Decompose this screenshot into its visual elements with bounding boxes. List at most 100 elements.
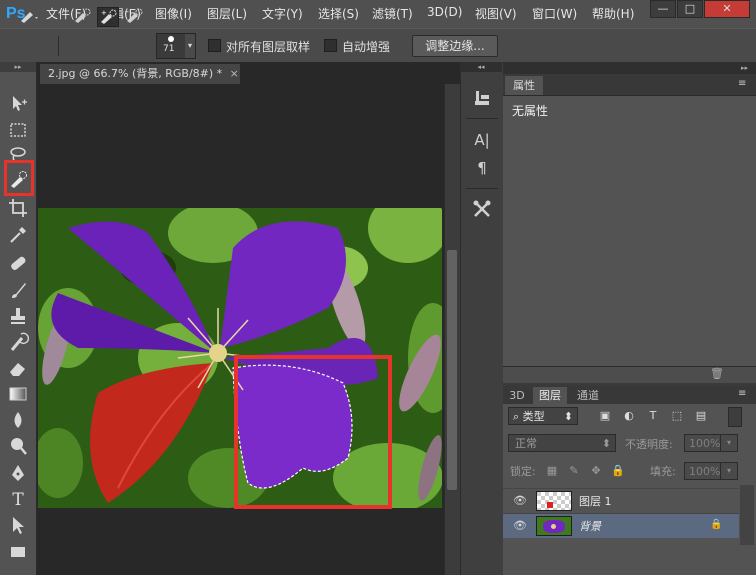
refine-edge-button[interactable]: 调整边缘... xyxy=(412,35,498,57)
dodge-tool-icon[interactable] xyxy=(7,435,29,457)
tab-properties[interactable]: 属性 xyxy=(505,76,543,95)
fill-label: 填充: xyxy=(650,465,676,478)
eye-icon[interactable]: 👁 xyxy=(513,519,527,533)
options-divider xyxy=(58,36,59,56)
eraser-tool-icon[interactable] xyxy=(7,357,29,379)
clone-stamp-tool-icon[interactable] xyxy=(7,305,29,327)
marquee-tool-icon[interactable] xyxy=(7,119,29,141)
menu-filter[interactable]: 滤镜(T) xyxy=(372,5,413,22)
selection-highlight-box xyxy=(234,355,392,509)
chevron-down-icon[interactable]: ▾ xyxy=(720,434,738,452)
menu-view[interactable]: 视图(V) xyxy=(475,5,517,22)
menu-image[interactable]: 图像(I) xyxy=(155,5,192,22)
tab-channels[interactable]: 通道 xyxy=(571,387,605,404)
lock-icon: 🔒 xyxy=(710,519,723,530)
opacity-label: 不透明度: xyxy=(625,438,673,451)
close-button[interactable]: ✕ xyxy=(704,0,750,18)
layer-row[interactable]: 👁 图层 1 xyxy=(503,488,739,513)
sample-all-layers-label: 对所有图层取样 xyxy=(226,40,311,54)
chevron-down-icon[interactable]: ▾ xyxy=(720,462,738,480)
active-tool-highlight xyxy=(4,160,34,196)
brush-tool-icon[interactable] xyxy=(7,279,29,301)
brush-size-value: 71 xyxy=(163,44,175,54)
tab-3d[interactable]: 3D xyxy=(505,387,529,404)
move-tool-icon[interactable] xyxy=(7,93,29,115)
menu-layer[interactable]: 图层(L) xyxy=(207,5,247,22)
document-tab[interactable]: 2.jpg @ 66.7% (背景, RGB/8#) * × xyxy=(40,64,240,84)
dock-divider xyxy=(466,118,498,119)
menu-type[interactable]: 文字(Y) xyxy=(262,5,303,22)
layer-name[interactable]: 背景 xyxy=(579,518,601,534)
collapse-panels-icon[interactable]: ▸▸ xyxy=(503,62,756,74)
lock-all-icon[interactable]: 🔒 xyxy=(611,464,625,478)
paragraph-icon[interactable]: ¶ xyxy=(471,157,493,179)
lock-position-icon[interactable]: ✥ xyxy=(589,464,603,478)
menu-select[interactable]: 选择(S) xyxy=(318,5,359,22)
gradient-tool-icon[interactable] xyxy=(7,383,29,405)
shape-filter-icon[interactable]: ⬚ xyxy=(670,409,684,423)
new-selection-icon[interactable] xyxy=(72,7,92,25)
search-icon: ⌕ xyxy=(513,410,520,423)
expand-dock-icon[interactable]: ◂◂ xyxy=(460,62,502,72)
minimize-button[interactable]: — xyxy=(650,0,676,18)
layer-row[interactable]: 👁 背景 🔒 xyxy=(503,513,739,538)
eyedropper-tool-icon[interactable] xyxy=(7,224,29,246)
layers-scrollbar[interactable] xyxy=(740,485,754,545)
chevron-down-icon: ⬍ xyxy=(601,437,611,450)
smart-object-filter-icon[interactable]: ▤ xyxy=(694,409,708,423)
collapse-tools-icon[interactable]: ▸▸ xyxy=(0,62,36,72)
sample-all-layers-checkbox[interactable] xyxy=(208,39,221,52)
path-selection-tool-icon[interactable] xyxy=(7,515,29,537)
add-to-selection-icon[interactable]: + xyxy=(97,7,119,27)
auto-enhance-checkbox[interactable] xyxy=(324,39,337,52)
svg-text:-: - xyxy=(126,7,129,16)
blur-tool-icon[interactable] xyxy=(7,409,29,431)
tab-layers[interactable]: 图层 xyxy=(533,387,567,404)
pen-tool-icon[interactable] xyxy=(7,463,29,485)
type-tool-icon[interactable]: T xyxy=(7,489,29,511)
tool-presets-icon[interactable] xyxy=(471,198,493,220)
document-title: 2.jpg @ 66.7% (背景, RGB/8#) * xyxy=(48,67,223,80)
layer-thumbnail xyxy=(536,491,572,511)
layer-name[interactable]: 图层 1 xyxy=(579,493,612,509)
lock-label: 锁定: xyxy=(510,465,536,478)
blend-mode-value: 正常 xyxy=(515,437,537,450)
auto-enhance-label: 自动增强 xyxy=(342,40,391,54)
healing-brush-tool-icon[interactable] xyxy=(7,252,29,274)
layer-filter-select[interactable]: ⌕ 类型 ⬍ xyxy=(508,407,578,425)
lock-image-icon[interactable]: ✎ xyxy=(567,464,581,478)
panel-menu-icon[interactable]: ≡ xyxy=(738,388,746,399)
subtract-from-selection-icon[interactable]: - xyxy=(124,7,144,25)
close-document-icon[interactable]: × xyxy=(230,67,239,80)
chevron-down-icon: ⬍ xyxy=(563,410,573,423)
history-brush-tool-icon[interactable] xyxy=(7,331,30,353)
panel-menu-icon[interactable]: ≡ xyxy=(738,78,746,89)
pixel-filter-icon[interactable]: ▣ xyxy=(598,409,612,423)
rectangle-tool-icon[interactable] xyxy=(7,541,29,563)
menu-help[interactable]: 帮助(H) xyxy=(592,5,634,22)
tool-preset-icon[interactable] xyxy=(18,7,38,25)
properties-panel-body xyxy=(503,96,756,366)
crop-tool-icon[interactable] xyxy=(7,197,29,219)
history-icon[interactable] xyxy=(471,87,493,109)
filter-toggle[interactable] xyxy=(728,407,742,427)
restore-button[interactable]: □ xyxy=(677,0,703,18)
dock-divider xyxy=(466,188,498,189)
character-icon[interactable]: A| xyxy=(471,129,493,151)
no-properties-text: 无属性 xyxy=(512,104,549,118)
chevron-down-icon: ▾ xyxy=(185,34,195,58)
type-filter-icon[interactable]: T xyxy=(646,409,660,423)
menu-3d[interactable]: 3D(D) xyxy=(427,5,462,19)
lock-transparent-icon[interactable]: ▦ xyxy=(545,464,559,478)
canvas-scroll-thumb[interactable] xyxy=(447,250,457,490)
layer-thumbnail xyxy=(536,516,572,536)
brush-size-picker[interactable]: 71 ▾ xyxy=(156,33,196,59)
svg-text:+: + xyxy=(101,9,107,17)
menu-window[interactable]: 窗口(W) xyxy=(532,5,577,22)
brush-tip-icon xyxy=(168,36,174,42)
layer-filter-value: 类型 xyxy=(522,410,545,423)
trash-icon[interactable]: 🗑 xyxy=(710,367,724,381)
adjustment-filter-icon[interactable]: ◐ xyxy=(622,409,636,423)
blend-mode-select[interactable]: 正常 ⬍ xyxy=(508,434,616,452)
eye-icon[interactable]: 👁 xyxy=(513,494,527,508)
